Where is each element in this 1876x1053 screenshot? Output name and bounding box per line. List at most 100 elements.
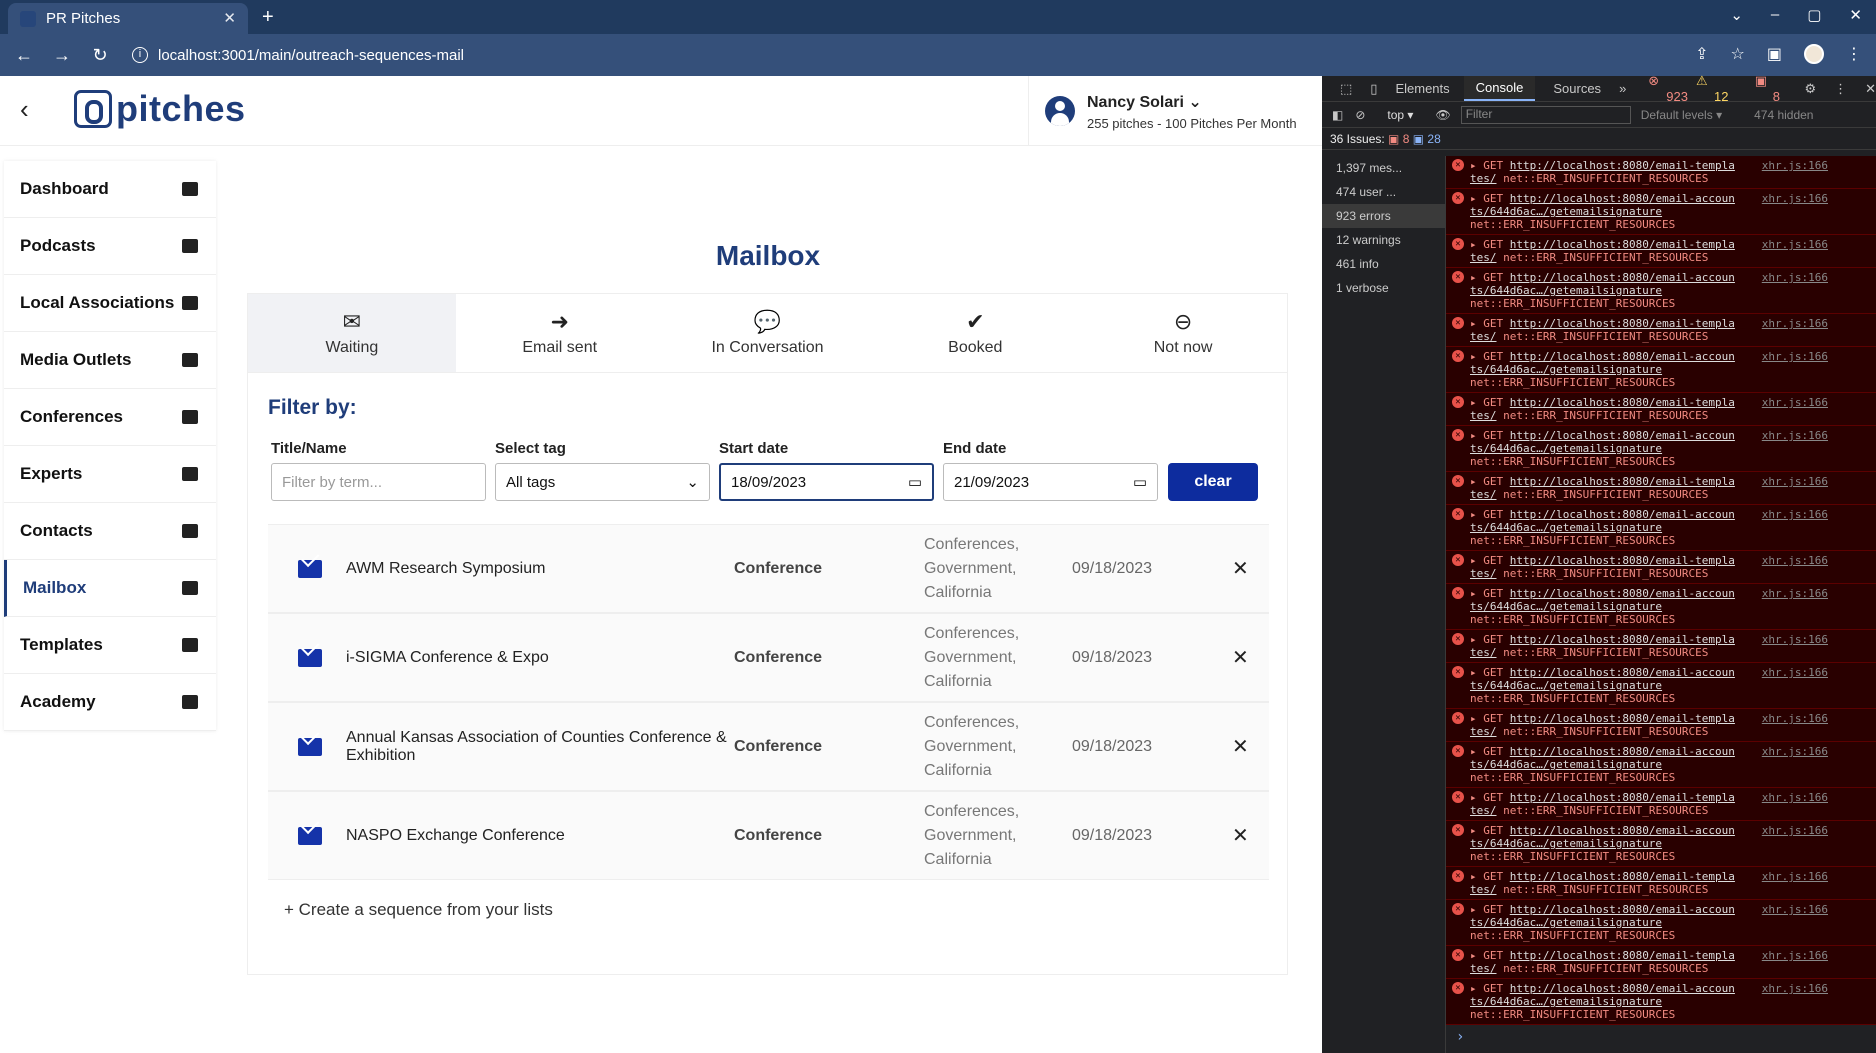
log-source[interactable]: xhr.js:166 bbox=[1762, 554, 1828, 567]
profile-avatar[interactable] bbox=[1804, 44, 1824, 64]
log-url[interactable]: http://localhost:8080/email-accoun bbox=[1510, 350, 1735, 363]
table-row[interactable]: NASPO Exchange Conference Conference Con… bbox=[268, 791, 1269, 880]
browser-tab[interactable]: PR Pitches ✕ bbox=[8, 3, 248, 34]
log-source[interactable]: xhr.js:166 bbox=[1762, 666, 1828, 679]
tab-not-now[interactable]: ⊖ Not now bbox=[1079, 294, 1287, 372]
warnings-filter[interactable]: 12 warnings bbox=[1322, 228, 1445, 252]
sidebar-item-templates[interactable]: Templates bbox=[4, 617, 216, 674]
tab-waiting[interactable]: ✉ Waiting bbox=[248, 294, 456, 372]
log-url[interactable]: http://localhost:8080/email-accoun bbox=[1510, 666, 1735, 679]
log-url[interactable]: http://localhost:8080/email-accoun bbox=[1510, 429, 1735, 442]
sidebar-item-conferences[interactable]: Conferences bbox=[4, 389, 216, 446]
create-sequence-link[interactable]: + Create a sequence from your lists bbox=[284, 900, 553, 920]
log-levels-select[interactable]: Default levels ▾ bbox=[1641, 108, 1722, 122]
log-url[interactable]: http://localhost:8080/email-templa bbox=[1510, 554, 1735, 567]
user-messages-filter[interactable]: 474 user ... bbox=[1322, 180, 1445, 204]
sidebar-item-contacts[interactable]: Contacts bbox=[4, 503, 216, 560]
maximize-icon[interactable]: ▢ bbox=[1807, 6, 1821, 24]
calendar-icon[interactable]: ▭ bbox=[1133, 473, 1147, 491]
sidebar-item-academy[interactable]: Academy bbox=[4, 674, 216, 731]
tab-sources[interactable]: Sources bbox=[1553, 81, 1601, 96]
logo[interactable]: pitches bbox=[74, 88, 246, 130]
close-window-icon[interactable]: ✕ bbox=[1849, 6, 1862, 24]
calendar-icon[interactable]: ▭ bbox=[908, 473, 922, 491]
log-entry[interactable]: ▸ GET http://localhost:8080/email-templa… bbox=[1446, 867, 1876, 900]
log-entry[interactable]: ▸ GET http://localhost:8080/email-templa… bbox=[1446, 946, 1876, 979]
log-url[interactable]: http://localhost:8080/email-templa bbox=[1510, 159, 1735, 172]
table-row[interactable]: Annual Kansas Association of Counties Co… bbox=[268, 702, 1269, 791]
delete-icon[interactable]: ✕ bbox=[1232, 734, 1249, 759]
log-source[interactable]: xhr.js:166 bbox=[1762, 949, 1828, 962]
log-url[interactable]: http://localhost:8080/email-templa bbox=[1510, 317, 1735, 330]
tag-select[interactable]: All tags ⌄ bbox=[495, 463, 710, 501]
back-icon[interactable]: ← bbox=[10, 45, 38, 66]
sidebar-item-dashboard[interactable]: Dashboard bbox=[4, 161, 216, 218]
delete-icon[interactable]: ✕ bbox=[1232, 556, 1249, 581]
log-source[interactable]: xhr.js:166 bbox=[1762, 271, 1828, 284]
log-source[interactable]: xhr.js:166 bbox=[1762, 745, 1828, 758]
tab-in-conversation[interactable]: 💬 In Conversation bbox=[664, 294, 872, 372]
tab-search-icon[interactable]: ⌄ bbox=[1730, 6, 1743, 24]
tab-booked[interactable]: ✔ Booked bbox=[871, 294, 1079, 372]
log-entry[interactable]: ▸ GET http://localhost:8080/email-accoun… bbox=[1446, 505, 1876, 551]
tab-elements[interactable]: Elements bbox=[1395, 81, 1449, 96]
log-entry[interactable]: ▸ GET http://localhost:8080/email-templa… bbox=[1446, 472, 1876, 505]
log-url[interactable]: http://localhost:8080/email-templa bbox=[1510, 633, 1735, 646]
log-url[interactable]: http://localhost:8080/email-templa bbox=[1510, 712, 1735, 725]
end-date-input[interactable]: 21/09/2023 ▭ bbox=[943, 463, 1158, 501]
user-menu[interactable]: Nancy Solari ⌄ 255 pitches - 100 Pitches… bbox=[1028, 76, 1322, 146]
issues-bar[interactable]: 36 Issues: ▣ 8 ▣ 28 bbox=[1322, 128, 1876, 150]
log-url[interactable]: http://localhost:8080/email-templa bbox=[1510, 870, 1735, 883]
log-entry[interactable]: ▸ GET http://localhost:8080/email-templa… bbox=[1446, 788, 1876, 821]
log-url[interactable]: http://localhost:8080/email-accoun bbox=[1510, 508, 1735, 521]
log-source[interactable]: xhr.js:166 bbox=[1762, 870, 1828, 883]
sidebar-item-podcasts[interactable]: Podcasts bbox=[4, 218, 216, 275]
context-select[interactable]: top ▾ bbox=[1387, 108, 1413, 122]
log-entry[interactable]: ▸ GET http://localhost:8080/email-accoun… bbox=[1446, 821, 1876, 867]
log-source[interactable]: xhr.js:166 bbox=[1762, 508, 1828, 521]
log-source[interactable]: xhr.js:166 bbox=[1762, 791, 1828, 804]
log-source[interactable]: xhr.js:166 bbox=[1762, 982, 1828, 995]
sidebar-item-mailbox[interactable]: Mailbox bbox=[4, 560, 216, 617]
log-source[interactable]: xhr.js:166 bbox=[1762, 238, 1828, 251]
close-tab-icon[interactable]: ✕ bbox=[223, 9, 236, 27]
log-url[interactable]: http://localhost:8080/email-accoun bbox=[1510, 192, 1735, 205]
log-entry[interactable]: ▸ GET http://localhost:8080/email-accoun… bbox=[1446, 979, 1876, 1025]
log-source[interactable]: xhr.js:166 bbox=[1762, 317, 1828, 330]
log-source[interactable]: xhr.js:166 bbox=[1762, 429, 1828, 442]
site-info-icon[interactable]: i bbox=[132, 47, 148, 63]
settings-gear-icon[interactable]: ⚙ bbox=[1804, 81, 1816, 97]
delete-icon[interactable]: ✕ bbox=[1232, 823, 1249, 848]
name-filter-input[interactable]: Filter by term... bbox=[271, 463, 486, 501]
messages-filter[interactable]: 1,397 mes... bbox=[1322, 156, 1445, 180]
log-url[interactable]: http://localhost:8080/email-accoun bbox=[1510, 271, 1735, 284]
address-bar[interactable]: i localhost:3001/main/outreach-sequences… bbox=[132, 47, 464, 64]
log-url[interactable]: http://localhost:8080/email-accoun bbox=[1510, 982, 1735, 995]
console-prompt[interactable]: › bbox=[1446, 1025, 1876, 1049]
clear-button[interactable]: clear bbox=[1168, 463, 1258, 501]
log-entry[interactable]: ▸ GET http://localhost:8080/email-accoun… bbox=[1446, 742, 1876, 788]
tab-console[interactable]: Console bbox=[1463, 76, 1536, 101]
close-devtools-icon[interactable]: ✕ bbox=[1865, 81, 1876, 97]
verbose-filter[interactable]: 1 verbose bbox=[1322, 276, 1445, 300]
log-url[interactable]: http://localhost:8080/email-templa bbox=[1510, 791, 1735, 804]
reload-icon[interactable]: ↻ bbox=[86, 45, 114, 66]
issue-count-badge[interactable]: ▣ 8 bbox=[1755, 73, 1787, 104]
log-entry[interactable]: ▸ GET http://localhost:8080/email-accoun… bbox=[1446, 426, 1876, 472]
collapse-back-icon[interactable]: ‹ bbox=[20, 94, 29, 125]
inspect-icon[interactable]: ⬚ bbox=[1340, 81, 1352, 97]
log-source[interactable]: xhr.js:166 bbox=[1762, 824, 1828, 837]
tab-email-sent[interactable]: ➜ Email sent bbox=[456, 294, 664, 372]
clear-console-icon[interactable]: ⊘ bbox=[1355, 108, 1365, 122]
sidebar-item-experts[interactable]: Experts bbox=[4, 446, 216, 503]
log-url[interactable]: http://localhost:8080/email-accoun bbox=[1510, 745, 1735, 758]
log-url[interactable]: http://localhost:8080/email-accoun bbox=[1510, 903, 1735, 916]
share-icon[interactable]: ⇪ bbox=[1695, 44, 1708, 64]
forward-icon[interactable]: → bbox=[48, 45, 76, 66]
new-tab-icon[interactable]: + bbox=[262, 6, 274, 29]
log-entry[interactable]: ▸ GET http://localhost:8080/email-accoun… bbox=[1446, 268, 1876, 314]
log-url[interactable]: http://localhost:8080/email-templa bbox=[1510, 238, 1735, 251]
delete-icon[interactable]: ✕ bbox=[1232, 645, 1249, 670]
log-entry[interactable]: ▸ GET http://localhost:8080/email-accoun… bbox=[1446, 584, 1876, 630]
log-source[interactable]: xhr.js:166 bbox=[1762, 633, 1828, 646]
